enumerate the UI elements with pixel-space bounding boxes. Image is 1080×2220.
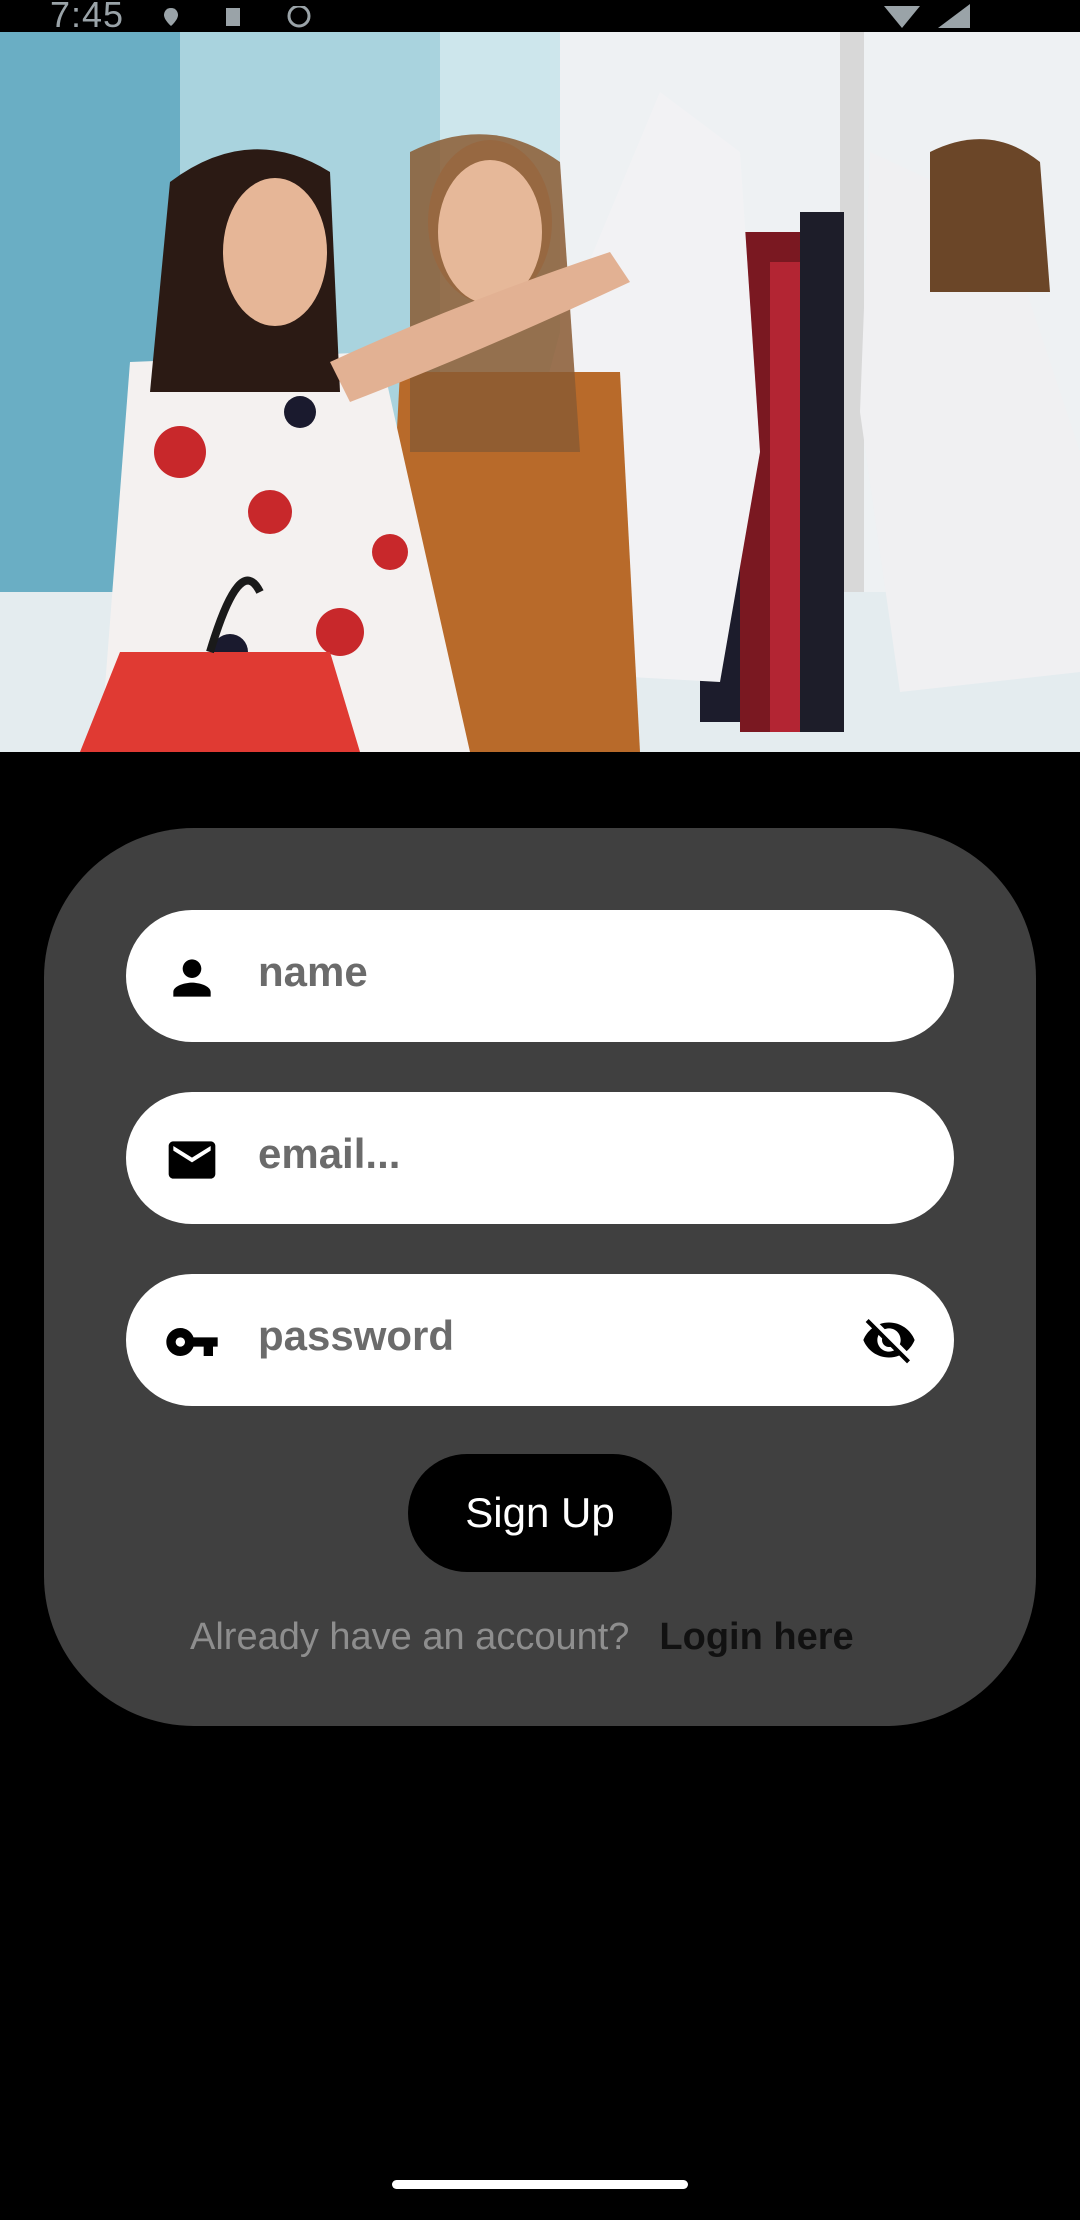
key-icon: [164, 1314, 220, 1370]
signal-icon: [934, 4, 970, 33]
mail-icon: [164, 1132, 220, 1188]
password-placeholder: password: [258, 1312, 455, 1359]
email-field[interactable]: email...: [126, 1092, 954, 1224]
status-bar: 7:45: [0, 0, 1080, 35]
hero-image: [0, 32, 1080, 752]
login-link[interactable]: Login here: [659, 1616, 853, 1658]
status-notification-icons: [160, 4, 311, 28]
sd-card-icon: [222, 6, 244, 28]
login-prompt: Already have an account? Login here: [190, 1616, 854, 1659]
name-field[interactable]: name: [126, 910, 954, 1042]
home-indicator[interactable]: [392, 2180, 688, 2189]
login-question: Already have an account?: [190, 1616, 630, 1658]
alarm-icon: [284, 4, 311, 28]
email-placeholder: email...: [258, 1130, 401, 1177]
person-icon: [164, 950, 220, 1006]
name-placeholder: name: [258, 948, 368, 995]
wifi-icon: [884, 4, 920, 33]
status-system-icons: [884, 4, 970, 33]
signup-card: name email... password Sign Up Already h…: [44, 828, 1036, 1726]
location-icon: [160, 6, 182, 28]
eye-off-icon[interactable]: [858, 1312, 920, 1368]
signup-button[interactable]: Sign Up: [408, 1454, 672, 1572]
password-field[interactable]: password: [126, 1274, 954, 1406]
status-time: 7:45: [50, 0, 125, 35]
